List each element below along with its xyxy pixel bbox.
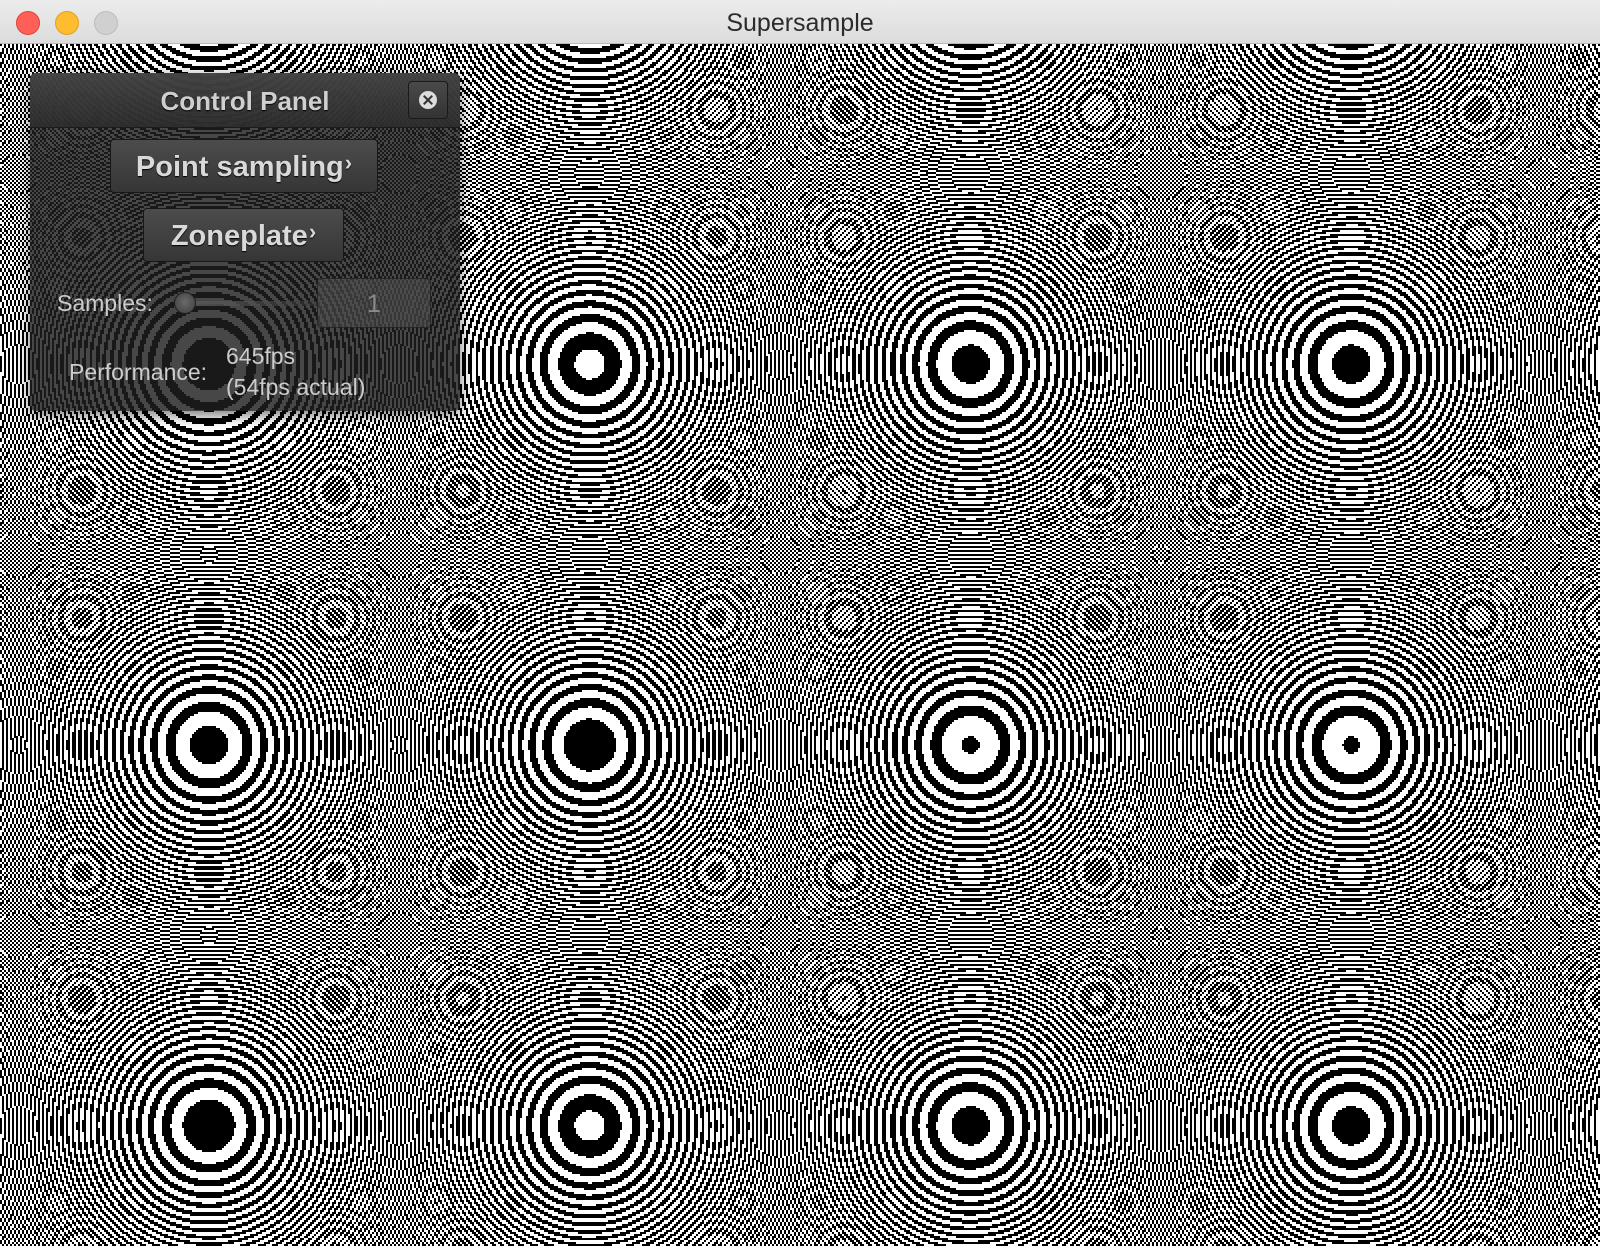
chevron-right-icon: › [308,219,317,244]
chevron-right-icon: › [344,150,353,175]
performance-fps: 645fps [226,343,296,369]
samples-slider-knob[interactable] [174,292,196,314]
control-panel: Control Panel Point sampling› Zoneplate›… [30,73,460,411]
sampling-mode-label: Point sampling [135,151,344,183]
control-panel-header[interactable]: Control Panel [30,73,460,128]
title-bar[interactable]: Supersample [0,0,1600,44]
window-title: Supersample [726,9,874,37]
control-panel-title: Control Panel [160,86,330,116]
pattern-button[interactable]: Zoneplate› [143,208,344,262]
samples-slider-track[interactable] [180,301,320,306]
pattern-label: Zoneplate [170,220,308,252]
control-panel-close-button[interactable] [408,81,448,119]
samples-value-field[interactable]: 1 [317,278,431,328]
performance-label: Performance: [69,359,208,385]
performance-actual-fps: (54fps actual) [226,374,366,400]
sampling-mode-button[interactable]: Point sampling› [110,139,378,193]
app-window: Supersample Control Panel Point sampling… [0,0,1600,1246]
close-icon [419,91,437,109]
samples-label: Samples: [57,290,153,316]
